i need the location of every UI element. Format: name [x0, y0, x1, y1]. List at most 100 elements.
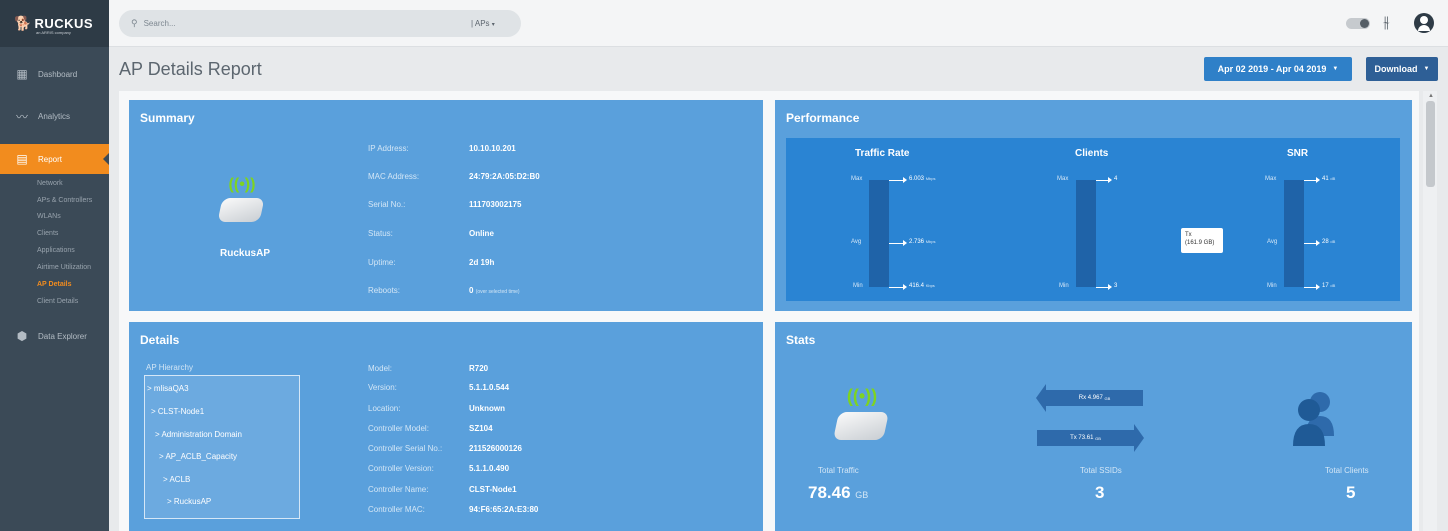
clients-heading: Clients: [1075, 148, 1109, 159]
traffic-min-unit: Kbps: [925, 283, 935, 288]
tx-arrow: Tx 73.61 GB: [1037, 424, 1144, 452]
ruckus-dog-icon: 🐕: [14, 15, 32, 31]
scroll-thumb[interactable]: [1426, 101, 1435, 187]
snr-min-value: 17 dB: [1322, 283, 1335, 289]
sidebar-item-label: Analytics: [38, 111, 71, 121]
report-icon: ▤: [16, 152, 28, 166]
clients-bar: [1076, 180, 1096, 287]
traffic-max-number: 6.003: [909, 176, 925, 182]
mac-address-label: MAC Address:: [368, 172, 420, 181]
controller-serial-label: Controller Serial No.:: [368, 444, 443, 453]
details-title: Details: [140, 333, 180, 347]
stats-title: Stats: [786, 333, 816, 347]
download-label: Download: [1374, 64, 1418, 74]
arrow-right-icon: [1304, 284, 1320, 290]
snr-min-label: Min: [1267, 283, 1277, 289]
download-button[interactable]: Download ▼: [1366, 57, 1438, 81]
app-root: 🐕 RUCKUS an ARRIS company ▦ Dashboard 〰 …: [0, 0, 1448, 531]
scrollbar[interactable]: ▲: [1423, 91, 1437, 531]
sidebar-item-report[interactable]: ▤ Report: [0, 144, 109, 174]
sub-item-ap-details[interactable]: AP Details: [37, 281, 72, 288]
user-icon[interactable]: [1414, 13, 1434, 33]
tree-item-aclb[interactable]: > ACLB: [163, 475, 190, 484]
sub-item-client-details[interactable]: Client Details: [37, 298, 78, 305]
arrow-right-icon: [1096, 177, 1112, 183]
brand-tagline: an ARRIS company: [36, 30, 71, 35]
snr-heading: SNR: [1287, 148, 1309, 159]
hierarchy-label: AP Hierarchy: [146, 363, 193, 372]
sub-item-network[interactable]: Network: [37, 180, 63, 187]
snr-max-unit: dB: [1330, 176, 1336, 181]
sub-item-clients[interactable]: Clients: [37, 230, 58, 237]
tree-item-clst-node1[interactable]: > CLST-Node1: [151, 407, 204, 416]
controller-model-value: SZ104: [469, 424, 493, 433]
reboots-label: Reboots:: [368, 286, 401, 295]
sidebar-item-label: Data Explorer: [38, 331, 87, 341]
tree-item-ap-aclb-capacity[interactable]: > AP_ACLB_Capacity: [159, 452, 237, 461]
ap-name: RuckusAP: [220, 248, 271, 259]
traffic-avg-value: 2.736 Mbps: [909, 239, 935, 245]
controller-version-value: 5.1.1.0.490: [469, 464, 510, 473]
scroll-up-icon[interactable]: ▲: [1428, 93, 1434, 99]
traffic-rate-heading: Traffic Rate: [855, 148, 910, 159]
tree-item-administration-domain[interactable]: > Administration Domain: [155, 430, 242, 439]
search-icon: ⚲: [131, 18, 138, 28]
ip-address-value: 10.10.10.201: [469, 144, 516, 153]
snr-max-number: 41: [1322, 176, 1329, 182]
sliders-icon[interactable]: ⫳: [1383, 14, 1390, 32]
chevron-down-icon: ▼: [1332, 66, 1339, 72]
sub-item-wlans[interactable]: WLANs: [37, 213, 61, 220]
traffic-min-value: 416.4 Kbps: [909, 283, 935, 289]
total-clients-value: 5: [1346, 483, 1356, 502]
sub-item-aps-controllers[interactable]: APs & Controllers: [37, 197, 92, 204]
mac-address-value: 24:79:2A:05:D2:B0: [469, 172, 540, 181]
uptime-value: 2d 19h: [469, 258, 495, 267]
controller-serial-value: 211526000126: [469, 444, 522, 453]
snr-avg-value: 28 dB: [1322, 239, 1335, 245]
ruckus-logo[interactable]: 🐕 RUCKUS an ARRIS company: [0, 0, 109, 47]
clients-min-value: 3: [1114, 283, 1118, 289]
sidebar-item-data-explorer[interactable]: ⬢ Data Explorer: [0, 321, 109, 351]
total-traffic-label: Total Traffic: [818, 466, 859, 475]
total-ssids-value: 3: [1095, 483, 1105, 502]
controller-mac-value: 94:F6:65:2A:E3:80: [469, 505, 539, 514]
location-value: Unknown: [469, 404, 505, 413]
clients-icon: [1293, 392, 1334, 446]
reboots-value: 0 (over selected time): [469, 286, 520, 295]
search-scope-dropdown[interactable]: | APs ▾: [471, 19, 495, 28]
traffic-max-value: 6.003 Mbps: [909, 176, 935, 182]
rx-arrow: Rx 4.967 GB: [1036, 384, 1143, 412]
serial-value: 111703002175: [469, 200, 522, 209]
version-label: Version:: [368, 383, 397, 392]
snr-max-value: 41 dB: [1322, 176, 1335, 182]
wifi-icon: ((•)): [228, 176, 256, 193]
chevron-down-icon: ▾: [491, 22, 495, 28]
dashboard-icon: ▦: [16, 67, 28, 81]
controller-name-label: Controller Name:: [368, 485, 429, 494]
page-title: AP Details Report: [119, 59, 262, 79]
clients-max-label: Max: [1057, 176, 1069, 182]
wifi-icon: ((•)): [846, 386, 878, 406]
sub-item-airtime-utilization[interactable]: Airtime Utilization: [37, 264, 91, 271]
total-traffic-number: 78.46: [808, 483, 851, 502]
version-value: 5.1.1.0.544: [469, 383, 510, 392]
sidebar-item-analytics[interactable]: 〰 Analytics: [0, 101, 109, 131]
tree-item-mlisaqa3[interactable]: > mlisaQA3: [147, 384, 189, 393]
traffic-min-number: 416.4: [909, 283, 925, 289]
sidebar-item-dashboard[interactable]: ▦ Dashboard: [0, 59, 109, 89]
search-input[interactable]: ⚲ Search... | APs ▾: [119, 10, 521, 37]
toggle-icon[interactable]: [1346, 18, 1370, 29]
tooltip-title: Tx: [1185, 232, 1192, 238]
arrow-right-icon: [1304, 240, 1320, 246]
arrow-right-icon: [1304, 177, 1320, 183]
date-range-picker[interactable]: Apr 02 2019 - Apr 04 2019 ▼: [1204, 57, 1352, 81]
serial-label: Serial No.:: [368, 200, 406, 209]
tree-item-ruckusap[interactable]: > RuckusAP: [167, 497, 211, 506]
total-clients-label: Total Clients: [1325, 466, 1369, 475]
arrow-right-icon: [1096, 284, 1112, 290]
analytics-icon: 〰: [15, 109, 28, 124]
access-point-icon: ((•)): [833, 386, 889, 446]
sub-item-applications[interactable]: Applications: [37, 247, 75, 254]
controller-version-label: Controller Version:: [368, 464, 434, 473]
traffic-avg-label: Avg: [851, 239, 862, 245]
